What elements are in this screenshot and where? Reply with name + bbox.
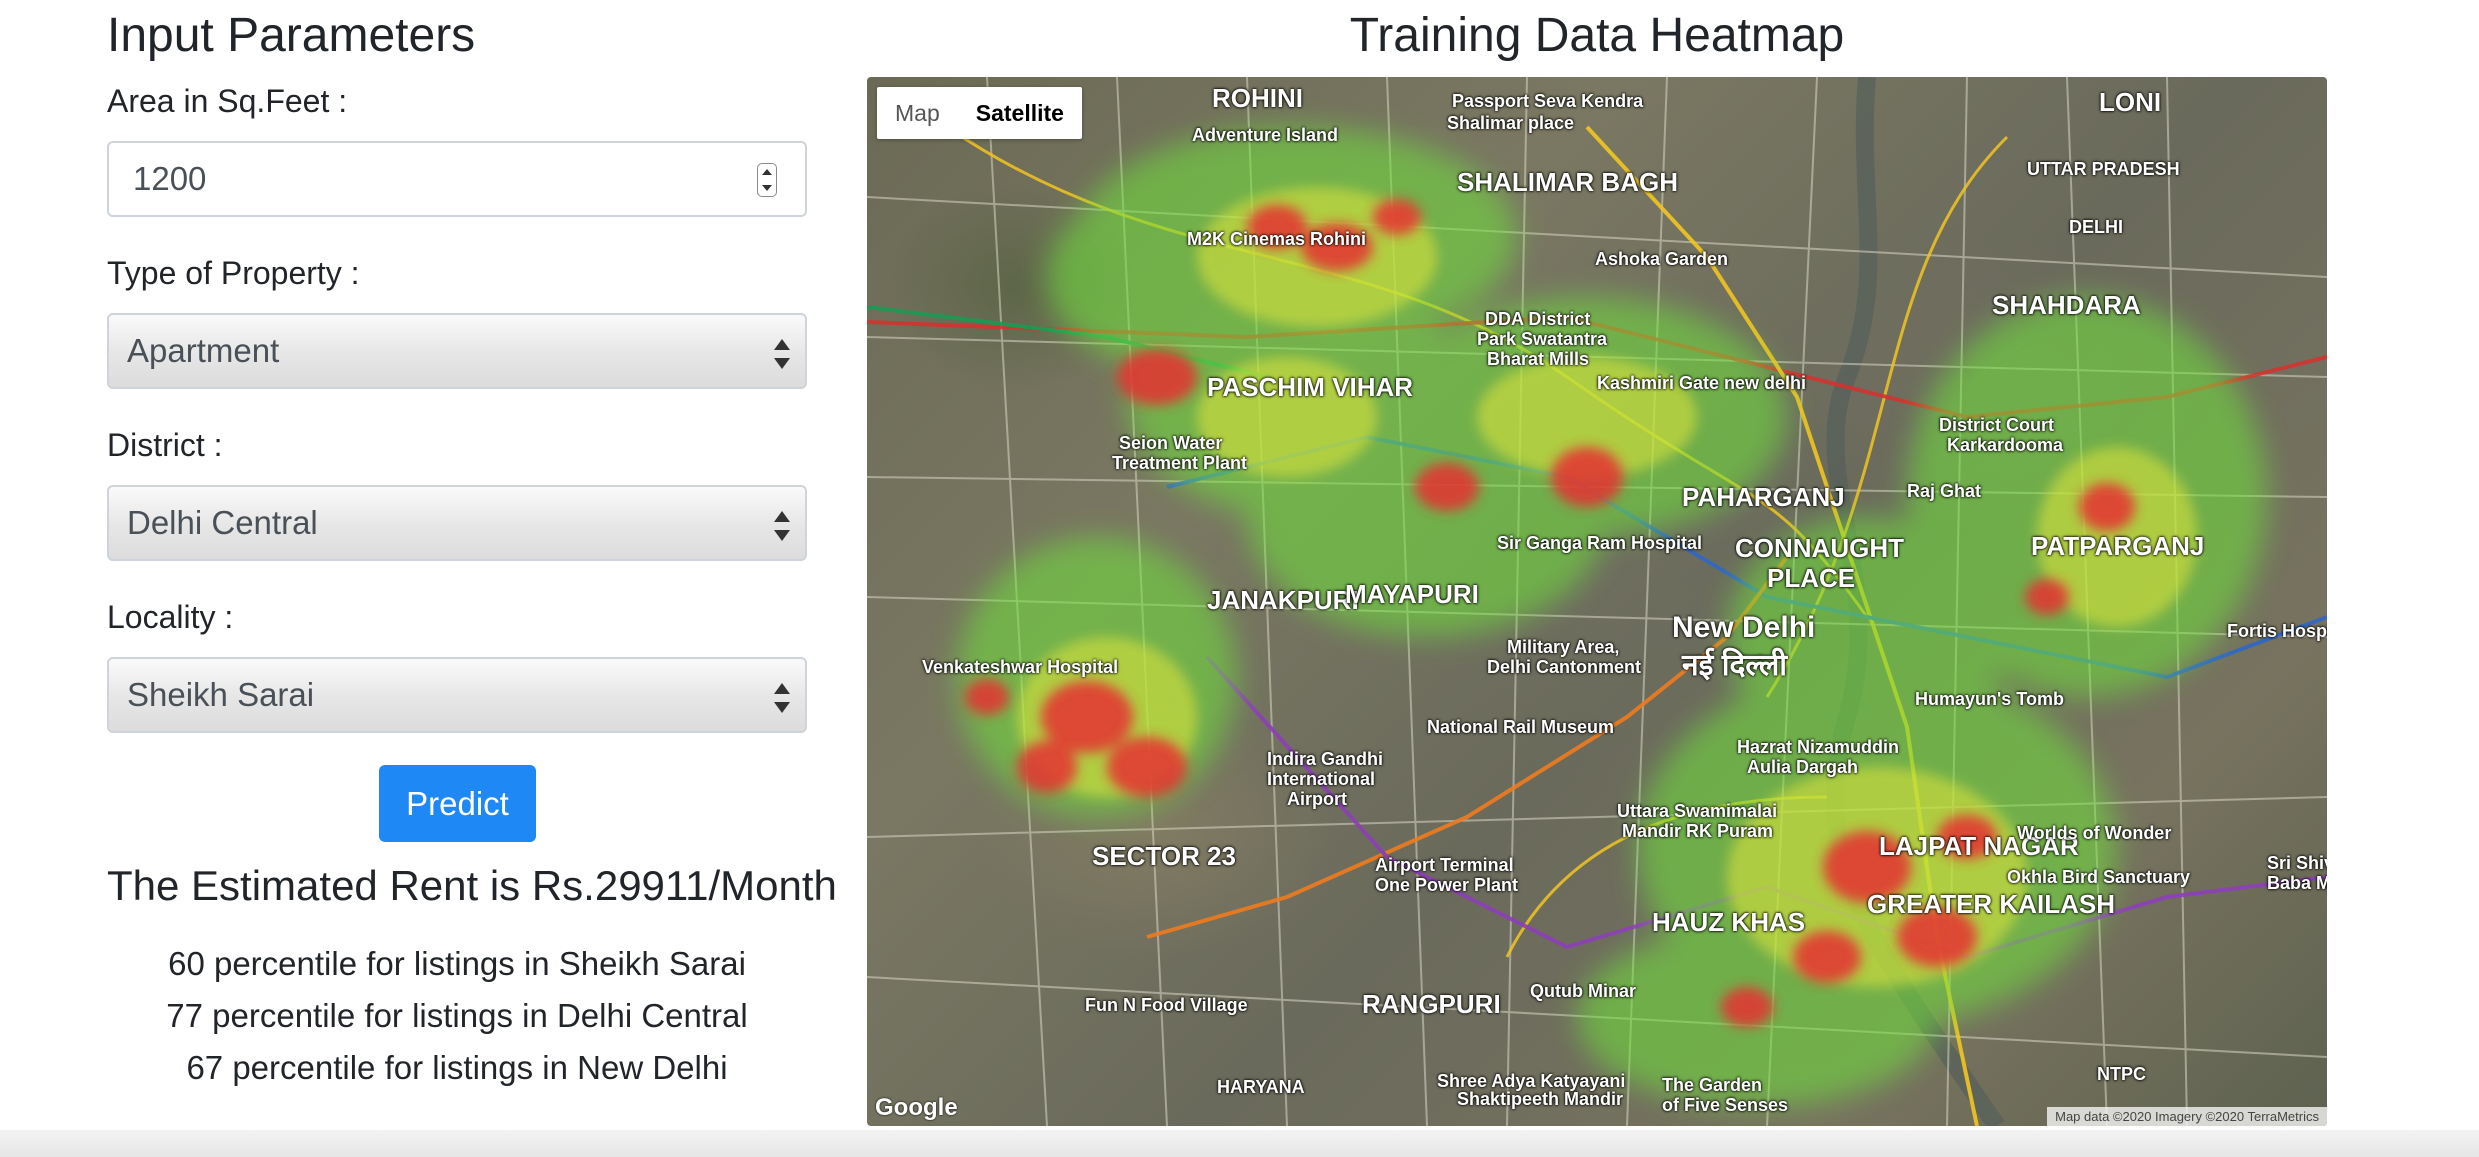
map-label-treatment-plant: Treatment Plant [1112, 453, 1248, 473]
map-label-national-rail: National Rail Museum [1427, 717, 1615, 737]
map-label-hazrat: Hazrat Nizamuddin [1737, 737, 1900, 757]
map-label-paschim-vihar: PASCHIM VIHAR [1207, 372, 1414, 402]
locality-value: Sheikh Sarai [127, 676, 315, 713]
map-label-venkateshwar: Venkateshwar Hospital [922, 657, 1119, 677]
map-label-new-delhi: New Delhi [1672, 611, 1816, 644]
map-label-aulia: Aulia Dargah [1747, 757, 1859, 777]
area-input[interactable]: 1200 [107, 141, 807, 217]
locality-select[interactable]: Sheikh Sarai [107, 657, 807, 733]
map-label-shalimar-place: Shalimar place [1447, 113, 1575, 133]
district-value: Delhi Central [127, 504, 318, 541]
map-label-adventure-island: Adventure Island [1192, 125, 1339, 145]
percentile-city: 67 percentile for listings in New Delhi [186, 1049, 728, 1086]
map-label-shahdara: SHAHDARA [1992, 290, 2141, 320]
map-label-delhi: DELHI [2069, 217, 2123, 237]
map-label-janakpuri: JANAKPURI [1207, 585, 1359, 615]
map-label-ashoka-garden: Ashoka Garden [1595, 249, 1729, 269]
map-label-connaught: CONNAUGHT [1735, 533, 1904, 563]
map-label-m2k: M2K Cinemas Rohini [1187, 229, 1367, 249]
map-label-airport-terminal: Airport Terminal [1375, 855, 1514, 875]
map-label-delhi-cantonment: Delhi Cantonment [1487, 657, 1642, 677]
map-label-international: International [1267, 769, 1376, 789]
map-label-karkardooma: Karkardooma [1947, 435, 2064, 455]
locality-label: Locality : [107, 599, 234, 635]
percentile-district: 77 percentile for listings in Delhi Cent… [166, 997, 748, 1034]
map-label-rangpuri: RANGPURI [1362, 989, 1501, 1019]
map-type-toggle[interactable]: Map Satellite [877, 87, 1082, 139]
map-label-haryana: HARYANA [1217, 1077, 1305, 1097]
map-label-airport: Airport [1287, 789, 1347, 809]
map-label-new-delhi-hindi: नई दिल्ली [1682, 649, 1788, 682]
map-label-dda-district: DDA District [1485, 309, 1591, 329]
map-label-worlds-of-wonder: Worlds of Wonder [2017, 823, 2172, 843]
map-label-sir-ganga: Sir Ganga Ram Hospital [1497, 533, 1703, 553]
map-label-sri-shiv: Sri Shiv [2267, 853, 2327, 873]
spinner-up-icon[interactable] [762, 169, 772, 175]
map-label-bharat-mills: Bharat Mills [1487, 349, 1590, 369]
heatmap-map[interactable]: Map Satellite ROHINI Adventure Island Pa… [867, 77, 2327, 1126]
area-label: Area in Sq.Feet : [107, 83, 348, 119]
map-view-button[interactable]: Map [877, 87, 958, 139]
area-value: 1200 [133, 160, 207, 197]
google-logo: Google [875, 1094, 958, 1121]
estimated-rent-text: The Estimated Rent is Rs.29911/Month [107, 862, 837, 909]
map-label-one-power: One Power Plant [1375, 875, 1519, 895]
number-spinner[interactable] [757, 163, 777, 197]
district-select[interactable]: Delhi Central [107, 485, 807, 561]
predict-button[interactable]: Predict [379, 765, 536, 842]
map-label-uttara-swami: Uttara Swamimalai [1617, 801, 1778, 821]
spinner-down-icon[interactable] [762, 185, 772, 191]
map-label-hauz-khas: HAUZ KHAS [1652, 907, 1806, 937]
page-footer-strip [0, 1130, 2479, 1157]
input-parameters-title: Input Parameters [107, 9, 476, 62]
property-type-value: Apartment [127, 332, 280, 369]
map-label-shaktipeeth: Shaktipeeth Mandir [1457, 1089, 1624, 1109]
map-label-raj-ghat: Raj Ghat [1907, 481, 1982, 501]
map-label-greater-kailash: GREATER KAILASH [1867, 889, 2115, 919]
map-label-district-court: District Court [1939, 415, 2055, 435]
map-label-park-swatantra: Park Swatantra [1477, 329, 1608, 349]
select-arrows-icon [773, 683, 791, 713]
map-label-humayuns: Humayun's Tomb [1915, 689, 2064, 709]
map-attribution[interactable]: Map data ©2020 Imagery ©2020 TerraMetric… [2047, 1107, 2327, 1126]
map-label-loni: LONI [2099, 87, 2162, 117]
map-label-rohini: ROHINI [1212, 83, 1303, 113]
map-label-kashmiri-gate: Kashmiri Gate new delhi [1597, 373, 1807, 393]
map-label-seion-water: Seion Water [1119, 433, 1223, 453]
map-label-shalimar-bagh: SHALIMAR BAGH [1457, 167, 1678, 197]
map-label-paharganj: PAHARGANJ [1682, 482, 1845, 512]
map-label-uttar-pradesh: UTTAR PRADESH [2027, 159, 2180, 179]
map-label-qutub: Qutub Minar [1530, 981, 1636, 1001]
map-label-okhla: Okhla Bird Sanctuary [2007, 867, 2191, 887]
heatmap-title: Training Data Heatmap [1349, 9, 1845, 62]
district-label: District : [107, 427, 223, 463]
map-label-passport: Passport Seva Kendra [1452, 91, 1644, 111]
map-label-indira-gandhi: Indira Gandhi [1267, 749, 1384, 769]
map-label-place: PLACE [1767, 563, 1856, 593]
map-label-military: Military Area, [1507, 637, 1620, 657]
map-label-fortis: Fortis Hospital [2227, 621, 2327, 641]
map-label-mayapuri: MAYAPURI [1345, 579, 1479, 609]
map-label-sector-23: SECTOR 23 [1092, 841, 1237, 871]
property-type-select[interactable]: Apartment [107, 313, 807, 389]
percentile-locality: 60 percentile for listings in Sheikh Sar… [168, 945, 746, 982]
select-arrows-icon [773, 511, 791, 541]
map-label-ntpc: NTPC [2097, 1064, 2146, 1084]
satellite-view-button[interactable]: Satellite [958, 87, 1082, 139]
property-type-label: Type of Property : [107, 255, 360, 291]
map-label-baba-m: Baba M [2267, 873, 2327, 893]
map-label-garden: The Garden [1662, 1075, 1763, 1095]
map-label-fun-n-food: Fun N Food Village [1085, 995, 1248, 1015]
map-label-five-senses: of Five Senses [1662, 1095, 1789, 1115]
map-label-mandir-rk: Mandir RK Puram [1622, 821, 1774, 841]
select-arrows-icon [773, 339, 791, 369]
map-label-patparganj: PATPARGANJ [2031, 531, 2205, 561]
